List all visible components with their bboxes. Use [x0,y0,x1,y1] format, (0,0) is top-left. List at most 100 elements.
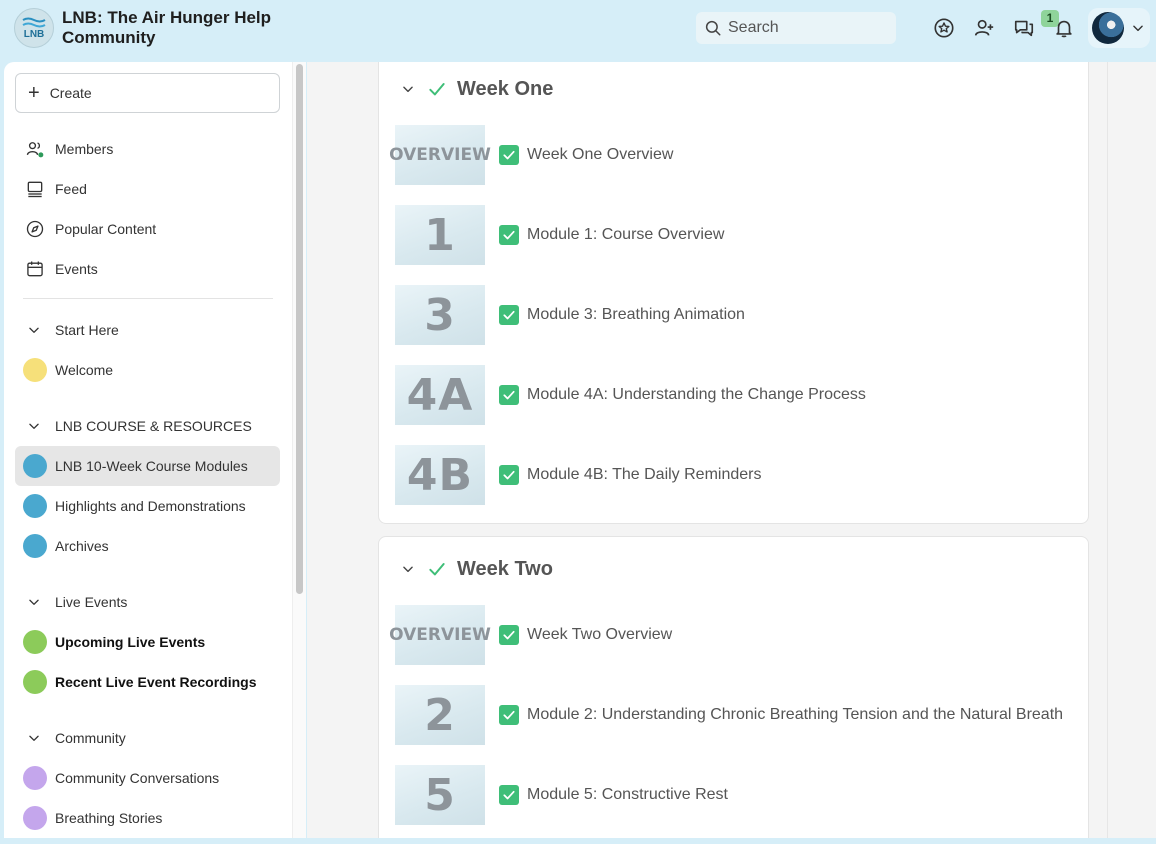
sidebar-item-archives[interactable]: Archives [15,526,280,566]
sidebar-item-course-modules[interactable]: LNB 10-Week Course Modules [15,446,280,486]
check-icon [503,390,515,400]
add-user-icon[interactable] [973,17,995,39]
sidebar-item-members[interactable]: Members [15,130,280,168]
check-icon [503,630,515,640]
sidebar-item-label: Events [55,261,98,277]
star-icon[interactable] [933,17,955,39]
section-start-here[interactable]: Start Here [15,315,280,345]
lesson-item[interactable]: OVERVIEW Week Two Overview [389,605,1075,665]
lesson-item[interactable]: 3 Module 3: Breathing Animation [395,285,1075,345]
section-title: Live Events [55,594,128,610]
chevron-down-icon [29,735,39,741]
week-card: Week One OVERVIEW Week One Overview 1 Mo… [378,62,1089,524]
week-header[interactable]: Week One [401,77,553,101]
week-title: Week One [457,77,554,100]
avatar [1092,12,1124,44]
lesson-title[interactable]: Module 3: Breathing Animation [527,302,745,328]
lesson-thumbnail[interactable]: 2 [395,685,485,745]
space-dot [23,630,47,654]
lesson-item[interactable]: 2 Module 2: Understanding Chronic Breath… [395,685,1075,745]
week-title: Week Two [457,557,553,580]
lesson-thumbnail[interactable]: 4A [395,365,485,425]
main-content: Week One OVERVIEW Week One Overview 1 Mo… [307,62,1156,838]
lesson-title[interactable]: Module 4A: Understanding the Change Proc… [527,382,866,408]
space-dot [23,806,47,830]
space-label: Welcome [55,362,114,378]
lesson-title[interactable]: Week Two Overview [527,622,672,648]
top-header: LNB LNB: The Air Hunger Help Community 1 [0,0,1156,60]
sidebar-item-recent-recordings[interactable]: Recent Live Event Recordings [15,662,280,702]
community-logo[interactable]: LNB [14,8,54,48]
main-divider [1107,62,1108,838]
check-icon [503,790,515,800]
completed-checkbox [499,705,519,725]
lesson-thumbnail[interactable]: 1 [395,205,485,265]
waves-icon [22,17,46,27]
sidebar-divider [23,298,273,299]
sidebar-item-community-conversations[interactable]: Community Conversations [15,758,280,798]
check-icon [503,310,515,320]
space-label: Community Conversations [55,770,220,786]
sidebar-item-breathing-stories[interactable]: Breathing Stories [15,798,280,838]
lesson-title[interactable]: Week One Overview [527,142,673,168]
checkmark-icon [429,563,445,576]
chevron-down-icon[interactable] [401,82,415,96]
checkmark-icon [429,83,445,96]
sidebar-item-feed[interactable]: Feed [15,170,280,208]
logo-text: LNB [23,28,45,40]
members-icon [26,142,44,158]
completed-checkbox [499,145,519,165]
week-header[interactable]: Week Two [401,557,553,581]
user-menu[interactable] [1088,8,1150,48]
space-dot [23,454,47,478]
lesson-thumbnail[interactable]: 5 [395,765,485,825]
space-dot [23,494,47,518]
section-title: Start Here [55,322,119,338]
lesson-thumbnail[interactable]: 4B [395,445,485,505]
sidebar-item-welcome[interactable]: Welcome [15,350,280,390]
week-card: Week Two OVERVIEW Week Two Overview 2 Mo… [378,536,1089,838]
sidebar-item-highlights[interactable]: Highlights and Demonstrations [15,486,280,526]
lesson-thumbnail[interactable]: OVERVIEW [389,605,491,665]
lesson-item[interactable]: 4A Module 4A: Understanding the Change P… [395,365,1075,425]
search-icon [705,20,721,36]
section-lnb-course-resources[interactable]: LNB COURSE & RESOURCES [15,411,280,441]
check-icon [503,150,515,160]
community-title[interactable]: LNB: The Air Hunger Help Community [62,8,302,48]
messages-icon[interactable] [1013,17,1035,39]
create-button[interactable]: + Create [15,73,280,113]
search-input[interactable] [728,19,878,37]
calendar-icon [27,261,43,277]
lesson-thumbnail[interactable]: 3 [395,285,485,345]
section-community[interactable]: Community [15,723,280,753]
completed-checkbox [499,385,519,405]
create-label: Create [49,85,92,101]
lesson-title[interactable]: Module 2: Understanding Chronic Breathin… [527,702,1067,728]
lesson-item[interactable]: 5 Module 5: Constructive Rest [395,765,1075,825]
search-box[interactable] [696,12,896,44]
space-label: Recent Live Event Recordings [55,674,257,690]
bell-icon[interactable] [1053,17,1075,39]
lesson-title[interactable]: Module 1: Course Overview [527,222,724,248]
check-icon [503,230,515,240]
lesson-thumbnail[interactable]: OVERVIEW [389,125,491,185]
chevron-down-icon[interactable] [401,562,415,576]
completed-checkbox [499,625,519,645]
sidebar-scrollbar-thumb[interactable] [296,64,303,594]
sidebar-item-popular-content[interactable]: Popular Content [15,210,280,248]
sidebar-item-upcoming-live-events[interactable]: Upcoming Live Events [15,622,280,662]
space-label: Highlights and Demonstrations [55,498,246,514]
lesson-item[interactable]: OVERVIEW Week One Overview [389,125,1075,185]
section-live-events[interactable]: Live Events [15,587,280,617]
sidebar-item-events[interactable]: Events [15,250,280,288]
lesson-title[interactable]: Module 4B: The Daily Reminders [527,462,761,488]
plus-icon: + [28,82,40,104]
check-icon [503,710,515,720]
lesson-item[interactable]: 4B Module 4B: The Daily Reminders [395,445,1075,505]
lesson-title[interactable]: Module 5: Constructive Rest [527,782,728,808]
space-dot [23,670,47,694]
completed-checkbox [499,785,519,805]
chevron-down-icon [29,327,39,333]
chevron-down-icon [1133,25,1143,32]
lesson-item[interactable]: 1 Module 1: Course Overview [395,205,1075,265]
